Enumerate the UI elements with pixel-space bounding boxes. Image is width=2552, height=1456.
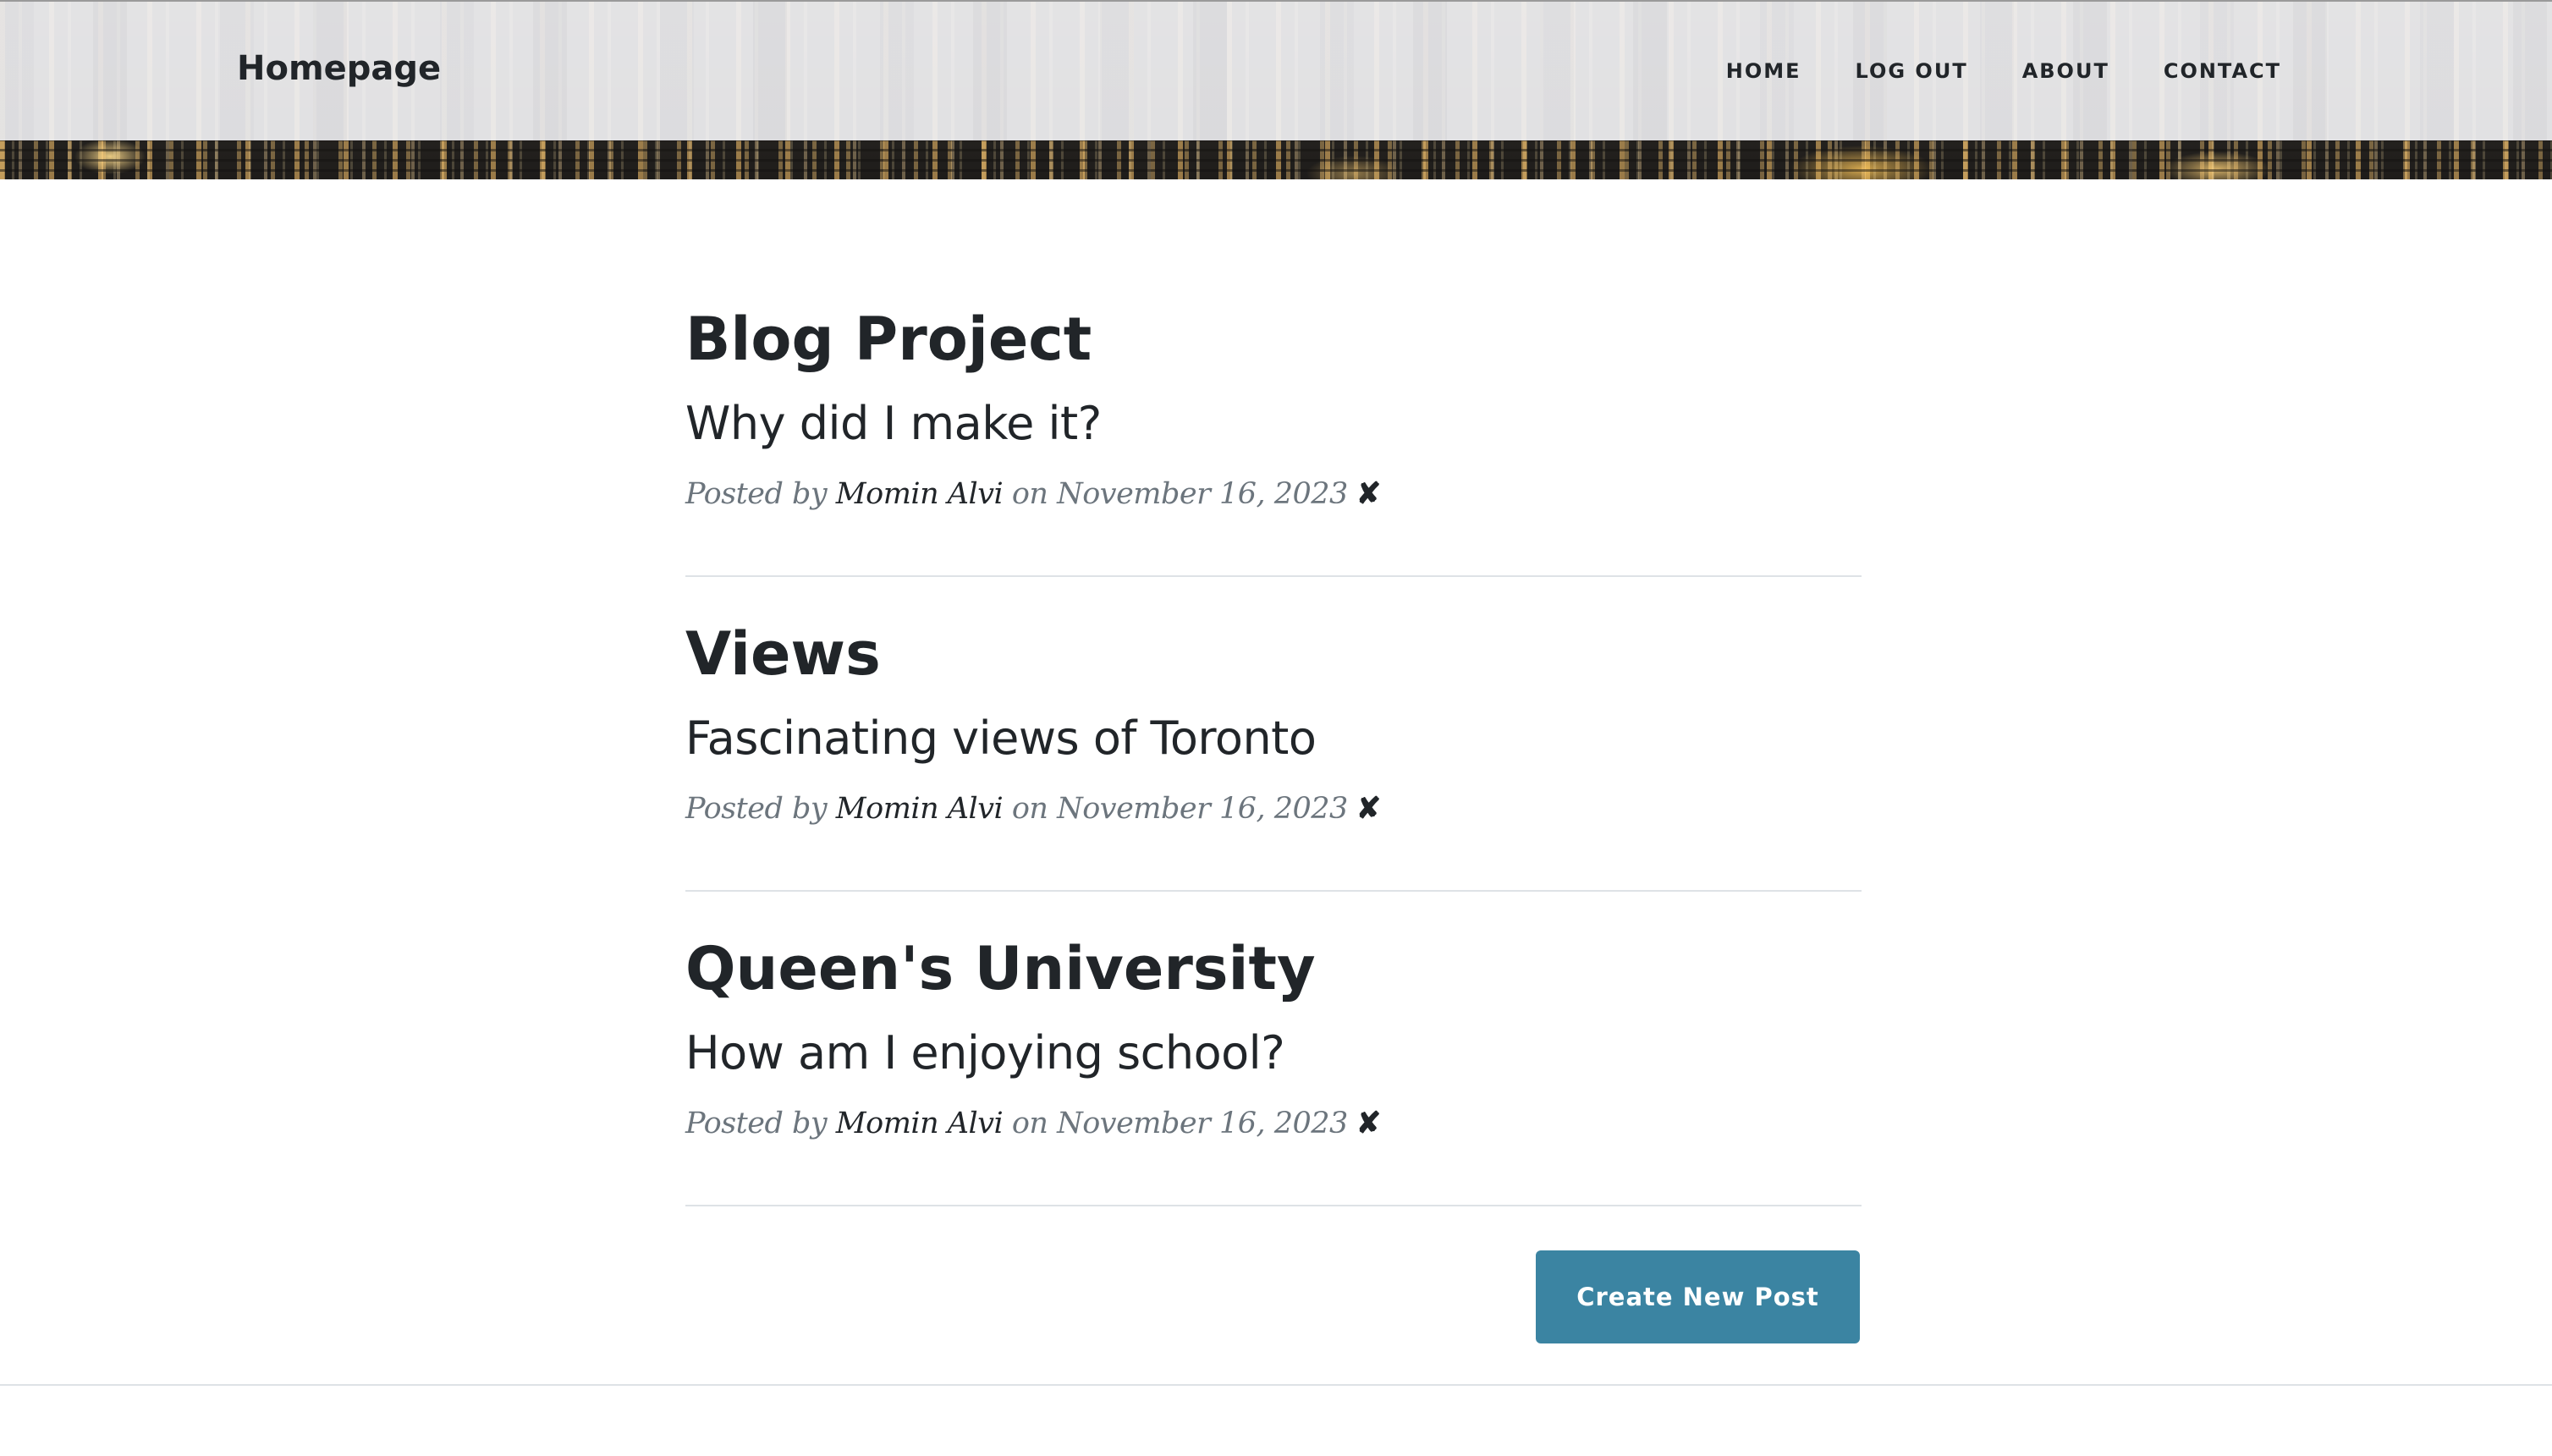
post-meta: Posted by Momin Alvi on November 16, 202… [685, 794, 1381, 824]
footer-divider [0, 1384, 2552, 1386]
nav-links: HOME LOG OUT ABOUT CONTACT [1726, 59, 2281, 83]
delete-icon[interactable]: ✘ [1356, 1106, 1381, 1140]
nav-home-link[interactable]: HOME [1726, 59, 1801, 83]
post-subtitle[interactable]: Why did I make it? [685, 401, 1102, 447]
post-date: November 16, 2023 [1057, 792, 1348, 826]
post-list: Blog Project Why did I make it? Posted b… [685, 306, 1862, 1250]
post-subtitle[interactable]: How am I enjoying school? [685, 1030, 1285, 1076]
post-preview: Queen's University How am I enjoying sch… [685, 936, 1862, 1206]
post-meta: Posted by Momin Alvi on November 16, 202… [685, 479, 1381, 509]
posted-by-label: Posted by [685, 477, 828, 511]
post-preview: Blog Project Why did I make it? Posted b… [685, 306, 1862, 577]
post-author: Momin Alvi [835, 1107, 1004, 1140]
post-date: November 16, 2023 [1057, 1107, 1348, 1140]
brand-link[interactable]: Homepage [237, 49, 441, 88]
nav-logout-link[interactable]: LOG OUT [1856, 59, 1968, 83]
navbar: Homepage HOME LOG OUT ABOUT CONTACT [0, 0, 2552, 140]
post-author: Momin Alvi [835, 477, 1004, 511]
create-new-post-button[interactable]: Create New Post [1536, 1250, 1860, 1343]
nav-about-link[interactable]: ABOUT [2022, 59, 2109, 83]
posted-by-label: Posted by [685, 792, 828, 826]
post-date: November 16, 2023 [1057, 477, 1348, 511]
posted-by-label: Posted by [685, 1107, 828, 1140]
on-label: on [1011, 792, 1048, 826]
post-title[interactable]: Queen's University [685, 939, 1316, 998]
post-preview: Views Fascinating views of Toronto Poste… [685, 621, 1862, 892]
on-label: on [1011, 1107, 1048, 1140]
on-label: on [1011, 477, 1048, 511]
create-post-wrapper: Create New Post [1536, 1250, 1860, 1343]
nav-contact-link[interactable]: CONTACT [2164, 59, 2281, 83]
post-author: Momin Alvi [835, 792, 1004, 826]
city-skyline-image [0, 140, 2552, 179]
post-title[interactable]: Blog Project [685, 310, 1092, 369]
header-hero: Homepage HOME LOG OUT ABOUT CONTACT [0, 0, 2552, 179]
post-meta: Posted by Momin Alvi on November 16, 202… [685, 1108, 1381, 1139]
post-subtitle[interactable]: Fascinating views of Toronto [685, 716, 1317, 761]
post-title[interactable]: Views [685, 624, 881, 684]
delete-icon[interactable]: ✘ [1356, 791, 1381, 826]
delete-icon[interactable]: ✘ [1356, 476, 1381, 511]
